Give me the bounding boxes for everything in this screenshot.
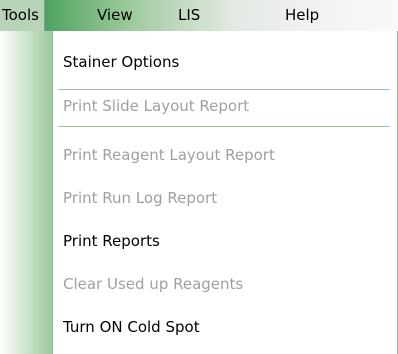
menu-item-print-run-log-report[interactable]: Print Run Log Report [63, 183, 217, 213]
menu-item-turn-on-cold-spot[interactable]: Turn ON Cold Spot [63, 312, 200, 342]
menu-lis[interactable]: LIS [178, 0, 200, 31]
menu-item-print-reagent-layout-report[interactable]: Print Reagent Layout Report [63, 140, 275, 170]
menu-item-print-slide-layout-report[interactable]: Print Slide Layout Report [63, 91, 249, 121]
menu-separator [58, 89, 390, 90]
menu-help[interactable]: Help [285, 0, 319, 31]
tools-dropdown-menu: Stainer Options Print Slide Layout Repor… [0, 31, 398, 354]
menu-view[interactable]: View [97, 0, 133, 31]
menu-item-clear-used-up-reagents[interactable]: Clear Used up Reagents [63, 269, 243, 299]
menu-item-stainer-options[interactable]: Stainer Options [63, 47, 179, 77]
menu-bar: Tools View LIS Help [0, 0, 398, 31]
menu-tools[interactable]: Tools [0, 0, 45, 31]
menu-gutter [0, 31, 52, 354]
menu-separator [58, 126, 390, 127]
app-window: Tools View LIS Help Stainer Options Prin… [0, 0, 398, 354]
menu-item-print-reports[interactable]: Print Reports [63, 226, 160, 256]
